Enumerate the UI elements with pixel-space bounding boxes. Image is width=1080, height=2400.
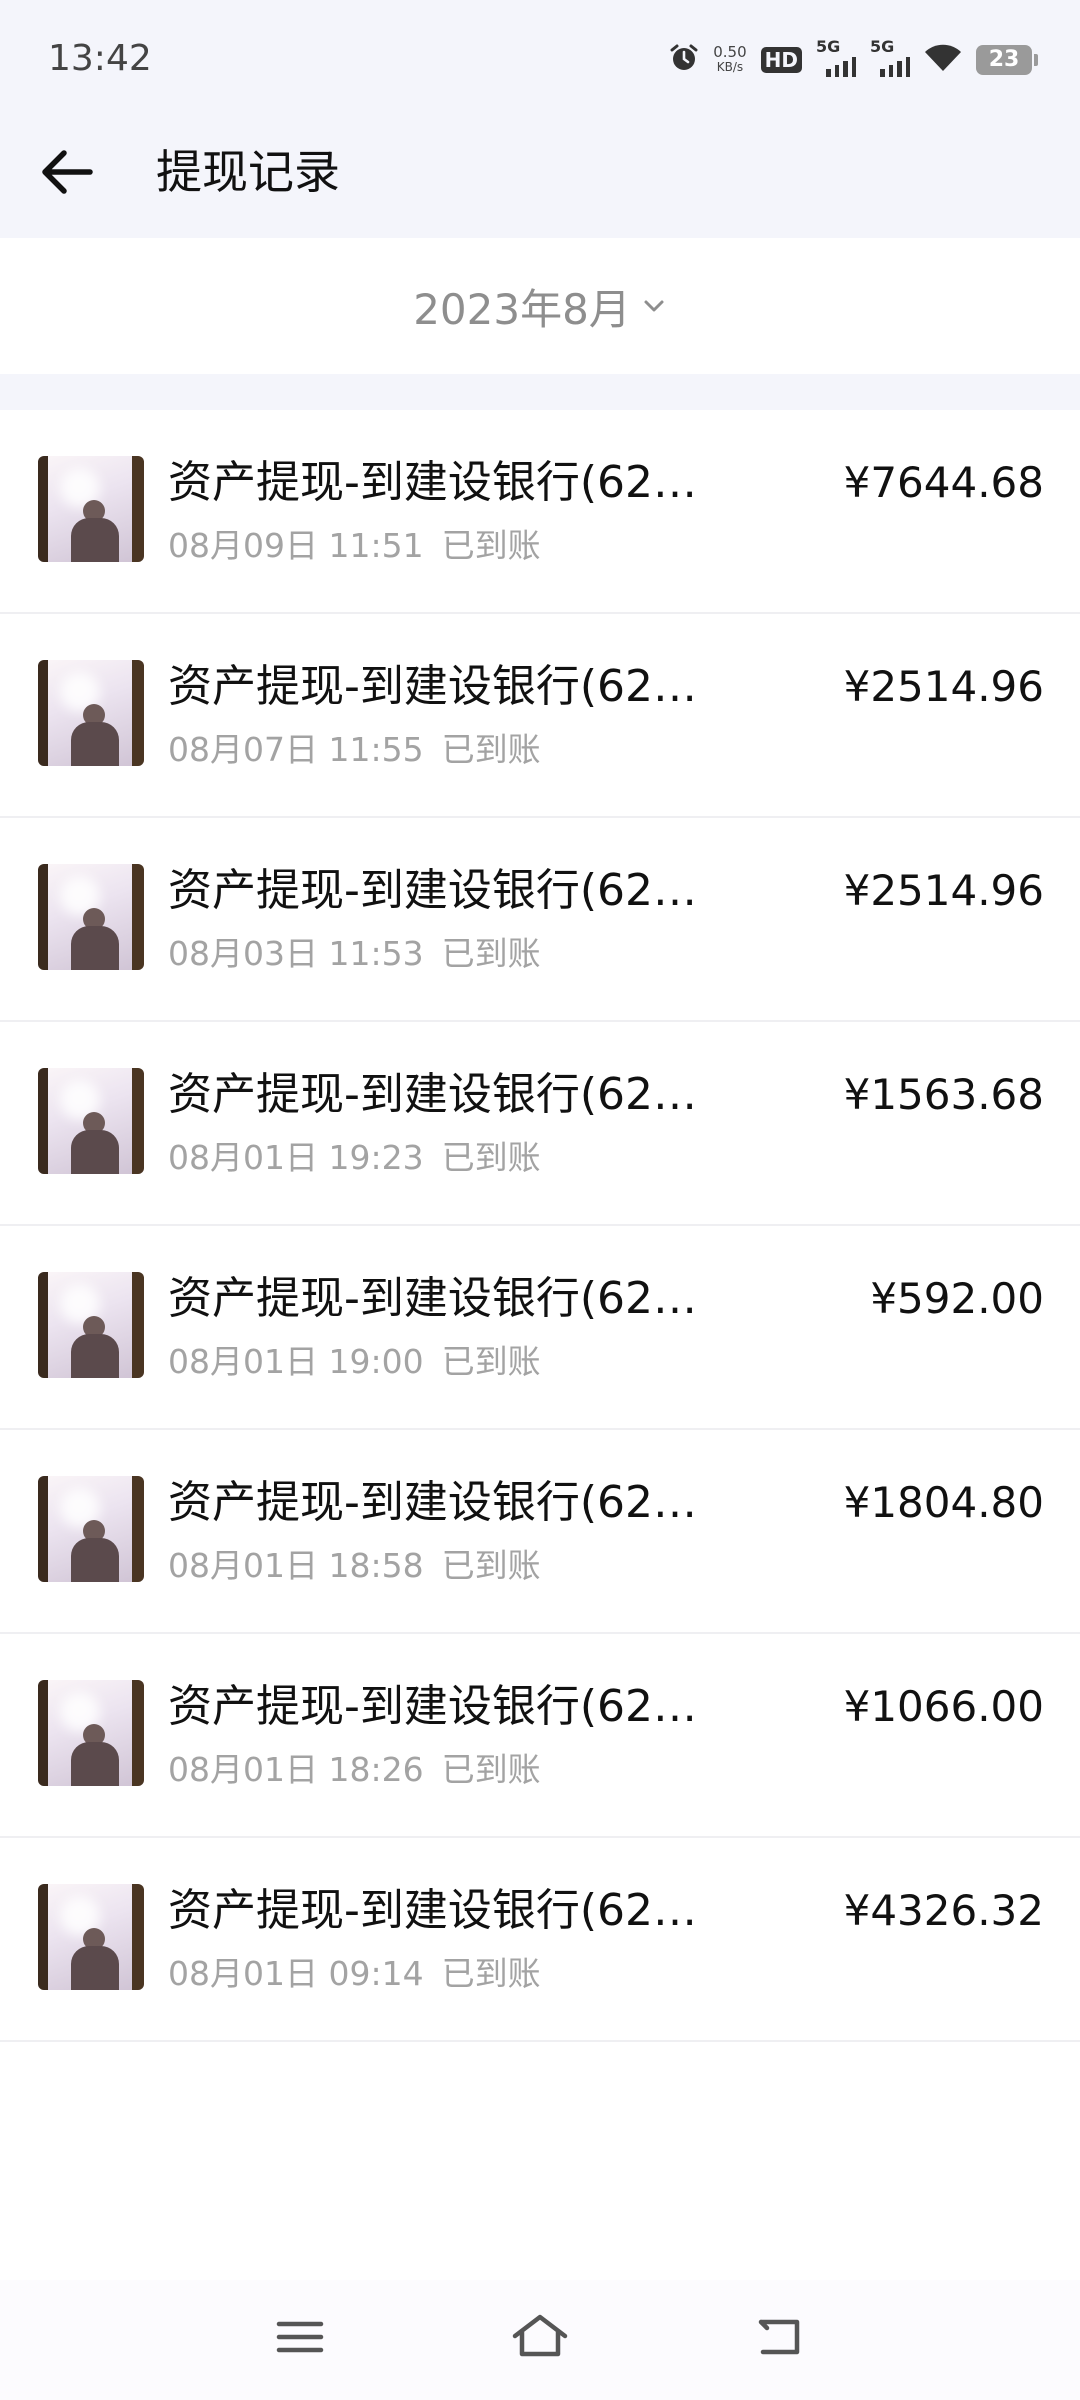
record-title: 资产提现-到建设银行(62… [168, 1273, 698, 1324]
record-amount: ¥1563.68 [843, 1070, 1044, 1119]
back-button[interactable] [34, 140, 98, 204]
withdrawal-record-row[interactable]: 资产提现-到建设银行(62… 08月03日 11:53 已到账 ¥2514.96 [0, 818, 1080, 1022]
record-meta: 08月09日 11:51 已到账 [168, 526, 541, 566]
nav-menu-button[interactable] [260, 2302, 340, 2372]
sim2-signal-icon: 5G [870, 37, 910, 77]
top-area: 13:42 0.50 KB/s HD 5G 5G 23 提现记录 [0, 0, 1080, 238]
record-title: 资产提现-到建设银行(62… [168, 1477, 698, 1528]
record-title: 资产提现-到建设银行(62… [168, 661, 698, 712]
avatar [38, 1272, 144, 1378]
hd-voice-badge: HD [760, 47, 802, 73]
month-selector-label: 2023年8月 [413, 284, 631, 334]
record-status: 已到账 [441, 1546, 541, 1585]
wifi-icon [924, 43, 962, 77]
record-status: 已到账 [441, 1138, 541, 1177]
avatar [38, 660, 144, 766]
record-meta: 08月03日 11:53 已到账 [168, 934, 541, 974]
page-title: 提现记录 [156, 145, 340, 199]
record-amount: ¥7644.68 [843, 458, 1044, 507]
record-date: 08月03日 11:53 [168, 934, 424, 973]
avatar [38, 1884, 144, 1990]
record-date: 08月01日 18:58 [168, 1546, 424, 1585]
withdrawal-record-row[interactable]: 资产提现-到建设银行(62… 08月01日 18:58 已到账 ¥1804.80 [0, 1430, 1080, 1634]
record-amount: ¥1804.80 [843, 1478, 1044, 1527]
record-meta: 08月07日 11:55 已到账 [168, 730, 541, 770]
record-status: 已到账 [441, 1750, 541, 1789]
record-status: 已到账 [441, 730, 541, 769]
avatar [38, 1476, 144, 1582]
record-amount: ¥2514.96 [843, 866, 1044, 915]
record-date: 08月01日 19:23 [168, 1138, 424, 1177]
withdrawal-record-row[interactable]: 资产提现-到建设银行(62… 08月09日 11:51 已到账 ¥7644.68 [0, 410, 1080, 614]
record-title: 资产提现-到建设银行(62… [168, 1885, 698, 1936]
avatar [38, 1068, 144, 1174]
record-title: 资产提现-到建设银行(62… [168, 1681, 698, 1732]
home-icon [512, 2314, 568, 2357]
withdrawal-record-row[interactable]: 资产提现-到建设银行(62… 08月01日 09:14 已到账 ¥4326.32 [0, 1838, 1080, 2042]
record-meta: 08月01日 09:14 已到账 [168, 1954, 541, 1994]
header: 提现记录 [0, 120, 1080, 238]
battery-icon: 23 [976, 45, 1038, 75]
avatar [38, 456, 144, 562]
menu-icon [276, 2321, 324, 2353]
record-meta: 08月01日 18:26 已到账 [168, 1750, 541, 1790]
record-amount: ¥592.00 [870, 1274, 1044, 1323]
status-bar: 13:42 0.50 KB/s HD 5G 5G 23 [0, 0, 1080, 120]
nav-back-button[interactable] [740, 2302, 820, 2372]
section-divider [0, 374, 1080, 410]
nav-home-button[interactable] [500, 2302, 580, 2372]
record-date: 08月01日 09:14 [168, 1954, 424, 1993]
avatar [38, 864, 144, 970]
record-title: 资产提现-到建设银行(62… [168, 457, 698, 508]
record-status: 已到账 [441, 1954, 541, 1993]
chevron-down-icon [644, 300, 664, 312]
record-amount: ¥2514.96 [843, 662, 1044, 711]
arrow-left-icon [42, 150, 93, 194]
sim1-network-label: 5G [816, 37, 841, 56]
record-status: 已到账 [441, 526, 541, 565]
month-selector[interactable]: 2023年8月 [413, 276, 667, 337]
record-date: 08月09日 11:51 [168, 526, 424, 565]
alarm-icon [669, 43, 699, 77]
sim1-signal-icon: 5G [816, 37, 856, 77]
record-meta: 08月01日 19:00 已到账 [168, 1342, 541, 1382]
withdrawal-record-list: 资产提现-到建设银行(62… 08月09日 11:51 已到账 ¥7644.68 … [0, 410, 1080, 2042]
record-date: 08月07日 11:55 [168, 730, 424, 769]
month-filter-bar: 2023年8月 [0, 238, 1080, 374]
record-amount: ¥1066.00 [843, 1682, 1044, 1731]
network-speed-value: 0.50 [713, 43, 747, 61]
record-status: 已到账 [441, 934, 541, 973]
network-speed-unit: KB/s [716, 60, 744, 74]
record-meta: 08月01日 19:23 已到账 [168, 1138, 541, 1178]
withdrawal-record-row[interactable]: 资产提现-到建设银行(62… 08月07日 11:55 已到账 ¥2514.96 [0, 614, 1080, 818]
record-amount: ¥4326.32 [843, 1886, 1044, 1935]
record-date: 08月01日 19:00 [168, 1342, 424, 1381]
status-time: 13:42 [48, 38, 152, 79]
network-speed: 0.50 KB/s [713, 45, 746, 75]
withdrawal-record-row[interactable]: 资产提现-到建设银行(62… 08月01日 18:26 已到账 ¥1066.00 [0, 1634, 1080, 1838]
withdrawal-record-row[interactable]: 资产提现-到建设银行(62… 08月01日 19:00 已到账 ¥592.00 [0, 1226, 1080, 1430]
sim2-network-label: 5G [870, 37, 895, 56]
withdrawal-record-row[interactable]: 资产提现-到建设银行(62… 08月01日 19:23 已到账 ¥1563.68 [0, 1022, 1080, 1226]
record-title: 资产提现-到建设银行(62… [168, 865, 698, 916]
system-navigation-bar [0, 2280, 1080, 2400]
record-title: 资产提现-到建设银行(62… [168, 1069, 698, 1120]
record-status: 已到账 [441, 1342, 541, 1381]
record-date: 08月01日 18:26 [168, 1750, 424, 1789]
back-icon [758, 2319, 800, 2355]
avatar [38, 1680, 144, 1786]
status-icons: 0.50 KB/s HD 5G 5G 23 [669, 37, 1038, 80]
record-meta: 08月01日 18:58 已到账 [168, 1546, 541, 1586]
